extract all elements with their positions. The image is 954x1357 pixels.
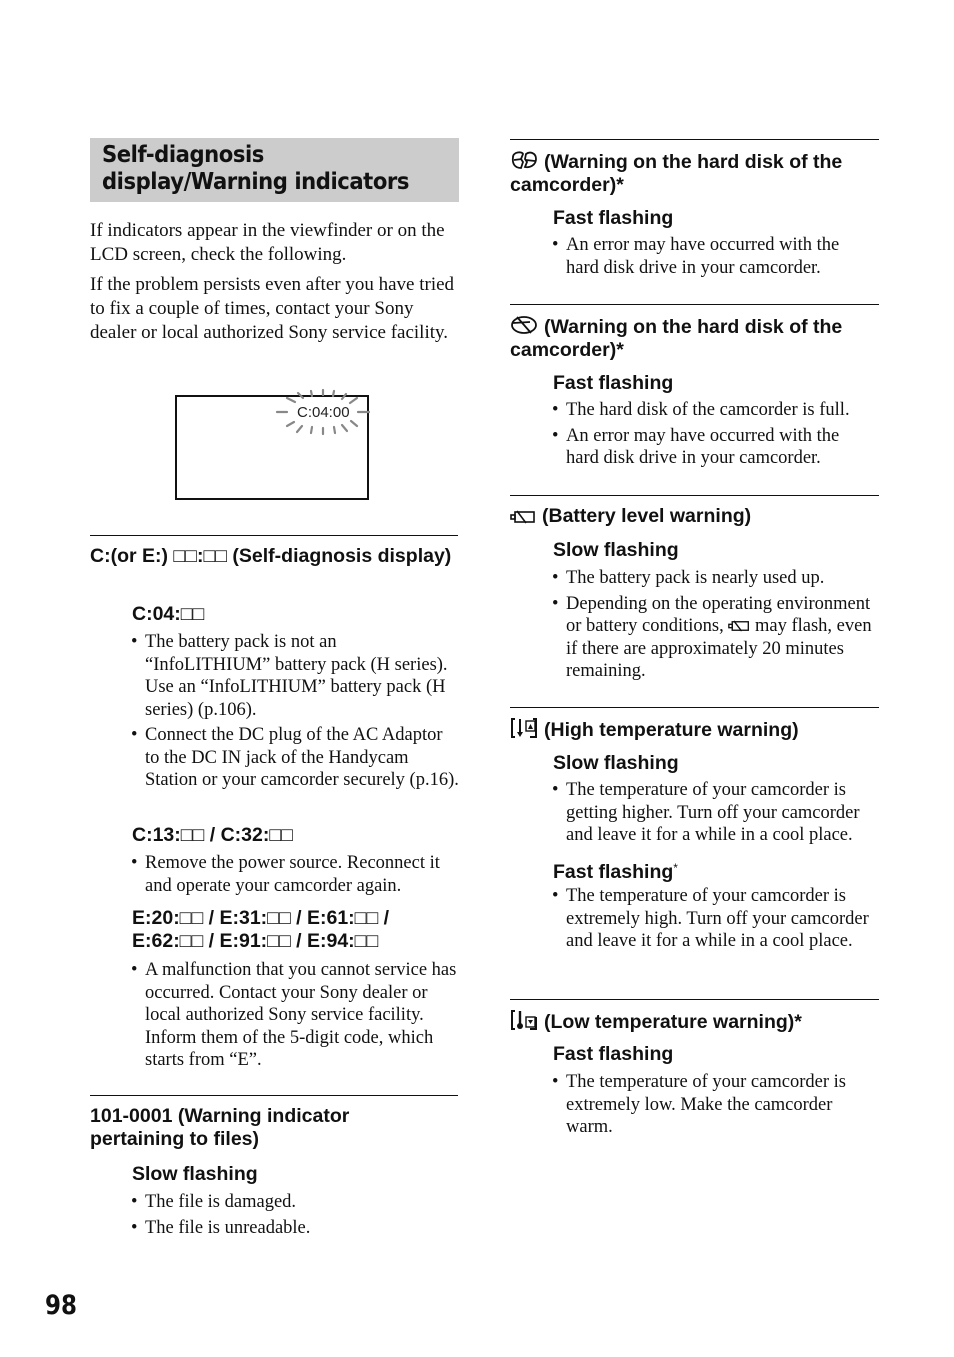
list-item: Remove the power source. Reconnect it an… [131,852,459,897]
low-temperature-icon [511,1010,537,1030]
code-heading-e-codes: E:20:□□ / E:31:□□ / E:61:□□ / E:62:□□ / … [132,907,390,952]
list-item: Connect the DC plug of the AC Adaptor to… [131,724,459,792]
list-item: The file is damaged. [131,1191,459,1214]
bullet-list-file-warning: The file is damaged. The file is unreada… [131,1191,459,1242]
battery-heading: (Battery level warning) [510,505,880,528]
list-item: The file is unreadable. [131,1217,459,1240]
battery-heading-text: (Battery level warning) [542,505,752,527]
hard-disk-full-icon [511,316,537,334]
page-number: 98 [45,1290,77,1321]
file-warning-heading: 101-0001 (Warning indicator pertaining t… [90,1105,350,1150]
battery-flash-type: Slow flashing [553,539,679,561]
battery-empty-icon [510,510,535,524]
flash-type-text: Fast flashing [553,861,674,883]
hdd-full-heading: (Warning on the hard disk of the camcord… [510,314,880,362]
list-item: The temperature of your camcorder is ext… [552,885,877,953]
bullet-list-c04: The battery pack is not an “InfoLITHIUM”… [131,631,459,795]
bullet-list-hdd-error: An error may have occurred with the hard… [552,234,872,282]
divider [510,999,879,1000]
file-warning-flash-type: Slow flashing [132,1163,258,1185]
hdd-error-heading: (Warning on the hard disk of the camcord… [510,149,880,197]
page-title: Self-diagnosis display/Warning indicator… [102,142,410,195]
list-item: A malfunction that you cannot service ha… [131,959,459,1072]
list-item: The battery pack is nearly used up. [552,567,877,590]
hard-disk-error-icon [511,151,537,169]
bullet-list-high-temp-fast: The temperature of your camcorder is ext… [552,885,877,956]
list-item: Depending on the operating environment o… [552,593,877,683]
list-item: An error may have occurred with the hard… [552,425,872,470]
list-item: The hard disk of the camcorder is full. [552,399,872,422]
bullet-list-high-temp-slow: The temperature of your camcorder is get… [552,779,877,850]
bullet-list-low-temp: The temperature of your camcorder is ext… [552,1071,877,1142]
footnote-mark: * [673,861,678,875]
intro-paragraph-2: If the problem persists even after you h… [90,274,455,343]
high-temperature-icon [511,718,537,738]
hdd-error-flash-type: Fast flashing [553,207,674,229]
list-item: An error may have occurred with the hard… [552,234,872,279]
list-item: The temperature of your camcorder is get… [552,779,877,847]
code-heading-c04: C:04:□□ [132,603,205,625]
bullet-list-battery: The battery pack is nearly used up. Depe… [552,567,877,686]
divider [510,495,879,496]
high-temp-slow-flash-type: Slow flashing [553,752,679,774]
divider [510,139,879,140]
list-item: The temperature of your camcorder is ext… [552,1071,877,1139]
divider [90,1095,458,1096]
divider [510,707,879,708]
high-temp-fast-flash-type: Fast flashing* [553,857,678,884]
low-temp-heading-text: (Low temperature warning)* [544,1011,802,1033]
bullet-list-hdd-full: The hard disk of the camcorder is full. … [552,399,872,473]
list-item: The battery pack is not an “InfoLITHIUM”… [131,631,459,721]
self-diagnosis-heading: C:(or E:) □□:□□ (Self-diagnosis display) [90,545,452,567]
section-title-box: Self-diagnosis display/Warning indicator… [90,138,459,202]
hdd-full-flash-type: Fast flashing [553,372,674,394]
hdd-full-heading-text: (Warning on the hard disk of the camcord… [510,316,843,361]
high-temp-heading-text: (High temperature warning) [544,719,799,741]
battery-empty-icon [728,620,750,632]
intro-paragraph-1: If indicators appear in the viewfinder o… [90,220,445,265]
bullet-list-c13: Remove the power source. Reconnect it an… [131,852,459,900]
divider [90,535,458,536]
bullet-list-e-codes: A malfunction that you cannot service ha… [131,959,459,1075]
code-heading-c13-c32: C:13:□□ / C:32:□□ [132,824,293,846]
lcd-code-label: C:04:00 [297,404,350,421]
low-temp-heading: (Low temperature warning)* [510,1009,880,1034]
low-temp-flash-type: Fast flashing [553,1043,674,1065]
high-temp-heading: (High temperature warning) [510,717,880,742]
hdd-error-heading-text: (Warning on the hard disk of the camcord… [510,151,843,196]
divider [510,304,879,305]
